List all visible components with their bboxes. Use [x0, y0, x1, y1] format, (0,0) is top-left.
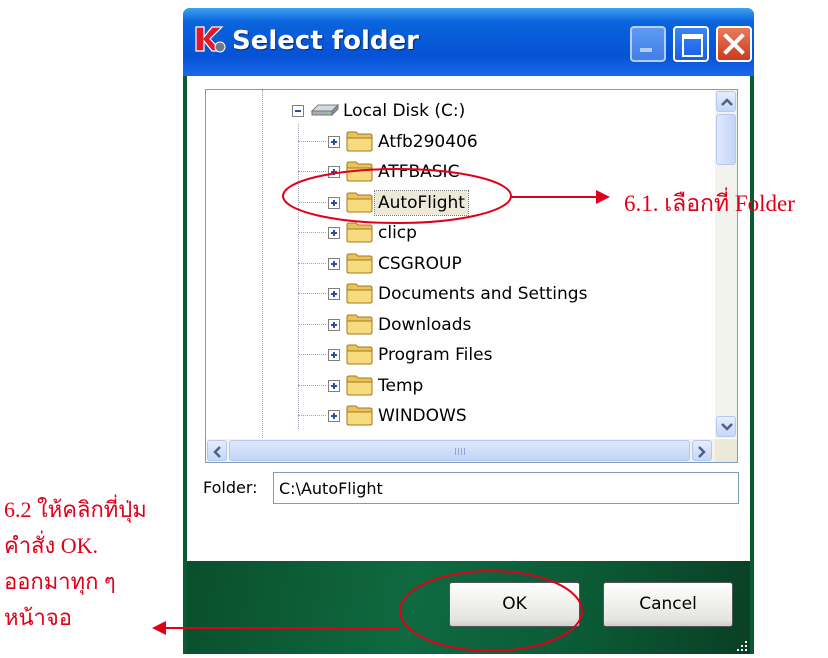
highlight-ellipse-autoflight: [282, 168, 512, 224]
annotation-overlay: [152, 168, 610, 652]
highlight-ellipse-ok: [399, 570, 583, 652]
arrow-right-head-icon: [596, 190, 610, 204]
arrow-left-head-icon: [152, 621, 166, 635]
